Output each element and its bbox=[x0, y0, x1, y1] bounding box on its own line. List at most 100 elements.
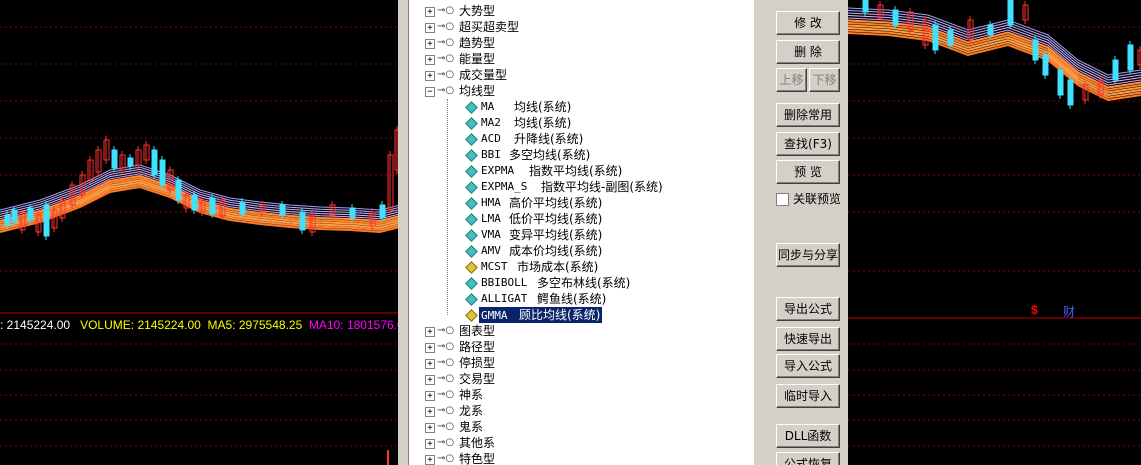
tree-cat-label: 成交量型 bbox=[459, 68, 508, 82]
quick-export-button[interactable]: 快速导出 bbox=[776, 327, 840, 351]
move-up-button[interactable]: 上移 bbox=[776, 68, 807, 92]
right-kline-chart bbox=[848, 0, 1141, 447]
formula-code: MA2 bbox=[481, 116, 501, 129]
expand-icon[interactable]: + bbox=[425, 71, 435, 81]
expand-icon[interactable]: + bbox=[425, 327, 435, 337]
key-icon: ⊸○ bbox=[437, 21, 455, 32]
expand-icon[interactable]: + bbox=[425, 39, 435, 49]
formula-code: ALLIGAT bbox=[481, 292, 528, 305]
formula-icon bbox=[465, 149, 478, 162]
formula-icon bbox=[465, 197, 478, 210]
formula-desc: 指数平均线-副图(系统) bbox=[541, 180, 663, 194]
candle-body bbox=[239, 201, 246, 215]
marker-dollar[interactable]: $ bbox=[1031, 303, 1038, 317]
delete-common-button[interactable]: 删除常用 bbox=[776, 103, 840, 127]
candle-body bbox=[932, 24, 939, 51]
candle-body bbox=[127, 157, 134, 167]
right-chart-panel[interactable]: $ 财 bbox=[848, 0, 1141, 465]
modify-button[interactable]: 修 改 bbox=[776, 11, 840, 35]
formula-icon bbox=[465, 181, 478, 194]
expand-icon[interactable]: + bbox=[425, 23, 435, 33]
export-formula-button[interactable]: 导出公式 bbox=[776, 297, 840, 321]
formula-manager-dialog: + ⊸○ 大势型 + ⊸○ 超买超卖型 + ⊸○ 趋势型 + ⊸○ 能量型 + … bbox=[398, 0, 848, 465]
formula-code: ACD bbox=[481, 132, 501, 145]
key-icon: ⊸○ bbox=[437, 53, 455, 64]
key-icon: ⊸○ bbox=[437, 357, 455, 368]
key-icon: ⊸○ bbox=[437, 421, 455, 432]
formula-code: EXPMA_S bbox=[481, 180, 528, 193]
move-down-button[interactable]: 下移 bbox=[809, 68, 840, 92]
formula-icon bbox=[465, 229, 478, 242]
expand-icon[interactable]: + bbox=[425, 439, 435, 449]
formula-icon bbox=[465, 213, 478, 226]
linked-preview-label: 关联预览 bbox=[793, 192, 842, 206]
import-formula-button[interactable]: 导入公式 bbox=[776, 354, 840, 378]
formula-desc: 均线(系统) bbox=[514, 100, 572, 114]
tree-cat-label: 交易型 bbox=[459, 372, 496, 386]
formula-code: EXPMA bbox=[481, 164, 515, 177]
formula-desc: 市场成本(系统) bbox=[517, 260, 599, 274]
key-icon: ⊸○ bbox=[437, 325, 455, 336]
formula-code: GMMA bbox=[481, 309, 508, 322]
candle-body bbox=[27, 207, 34, 221]
tree-cat-label: 鬼系 bbox=[459, 420, 484, 434]
formula-icon bbox=[465, 165, 478, 178]
volume-value: VOLUME: 2145224.00 bbox=[80, 318, 201, 332]
sync-share-button[interactable]: 同步与分享 bbox=[776, 243, 840, 267]
expand-icon[interactable]: + bbox=[425, 423, 435, 433]
expand-icon[interactable]: + bbox=[425, 455, 435, 465]
expand-icon[interactable]: + bbox=[425, 375, 435, 385]
marker-finance[interactable]: 财 bbox=[1063, 303, 1075, 320]
candle-body bbox=[862, 0, 869, 13]
delete-button[interactable]: 删 除 bbox=[776, 40, 840, 64]
formula-desc: 多空均线(系统) bbox=[509, 148, 591, 162]
dll-function-button[interactable]: DLL函数 bbox=[776, 424, 840, 448]
linked-preview-checkbox[interactable]: 关联预览 bbox=[776, 190, 841, 207]
expand-icon[interactable]: + bbox=[425, 391, 435, 401]
tree-cat-label: 超买超卖型 bbox=[459, 20, 520, 34]
formula-desc: 升降线(系统) bbox=[514, 132, 584, 146]
expand-icon[interactable]: + bbox=[425, 55, 435, 65]
candle-body bbox=[1042, 54, 1049, 76]
preview-button[interactable]: 预 览 bbox=[776, 160, 840, 184]
candle-body bbox=[892, 9, 899, 26]
ma10-value: MA10: 1801576.0 bbox=[308, 318, 400, 332]
left-kline-chart bbox=[0, 26, 400, 465]
candle-body bbox=[209, 197, 216, 215]
key-icon: ⊸○ bbox=[437, 341, 455, 352]
tree-cat-label: 图表型 bbox=[459, 324, 496, 338]
tree-cat-label: 能量型 bbox=[459, 52, 496, 66]
candle-body bbox=[159, 159, 166, 186]
ma5-value: MA5: 2975548.25 bbox=[207, 318, 303, 332]
indicator-status-line: : 2145224.00 VOLUME: 2145224.00 MA5: 297… bbox=[0, 318, 400, 332]
expand-icon[interactable]: + bbox=[425, 7, 435, 17]
formula-code: MA bbox=[481, 100, 495, 113]
candle-body bbox=[1057, 69, 1064, 96]
find-button[interactable]: 查找(F3) bbox=[776, 132, 840, 156]
formula-desc: 顾比均线(系统) bbox=[518, 308, 601, 322]
selected-formula-label: GMMA 顾比均线(系统) bbox=[479, 307, 603, 323]
formula-icon bbox=[465, 245, 478, 258]
tree-cat-label: 趋势型 bbox=[459, 36, 496, 50]
formula-tree[interactable]: + ⊸○ 大势型 + ⊸○ 超买超卖型 + ⊸○ 趋势型 + ⊸○ 能量型 + … bbox=[408, 0, 764, 465]
checkbox-box[interactable] bbox=[776, 193, 789, 206]
formula-icon bbox=[465, 117, 478, 130]
key-icon: ⊸○ bbox=[437, 437, 455, 448]
expand-icon[interactable]: + bbox=[425, 343, 435, 353]
key-icon: ⊸○ bbox=[437, 85, 455, 96]
tree-vertical-scrollbar[interactable] bbox=[753, 0, 769, 465]
candle-body bbox=[987, 24, 994, 36]
key-icon: ⊸○ bbox=[437, 453, 455, 464]
collapse-icon[interactable]: − bbox=[425, 87, 435, 97]
formula-code: BBI bbox=[481, 148, 501, 161]
expand-icon[interactable]: + bbox=[425, 359, 435, 369]
expand-icon[interactable]: + bbox=[425, 407, 435, 417]
key-icon: ⊸○ bbox=[437, 389, 455, 400]
formula-restore-button[interactable]: 公式恢复 bbox=[776, 452, 840, 465]
tree-cat-label: 神系 bbox=[459, 388, 484, 402]
key-icon: ⊸○ bbox=[437, 405, 455, 416]
temp-import-button[interactable]: 临时导入 bbox=[776, 384, 840, 408]
candle-body bbox=[175, 179, 182, 201]
formula-icon-yellow bbox=[465, 309, 478, 322]
left-chart-panel[interactable]: : 2145224.00 VOLUME: 2145224.00 MA5: 297… bbox=[0, 0, 400, 465]
